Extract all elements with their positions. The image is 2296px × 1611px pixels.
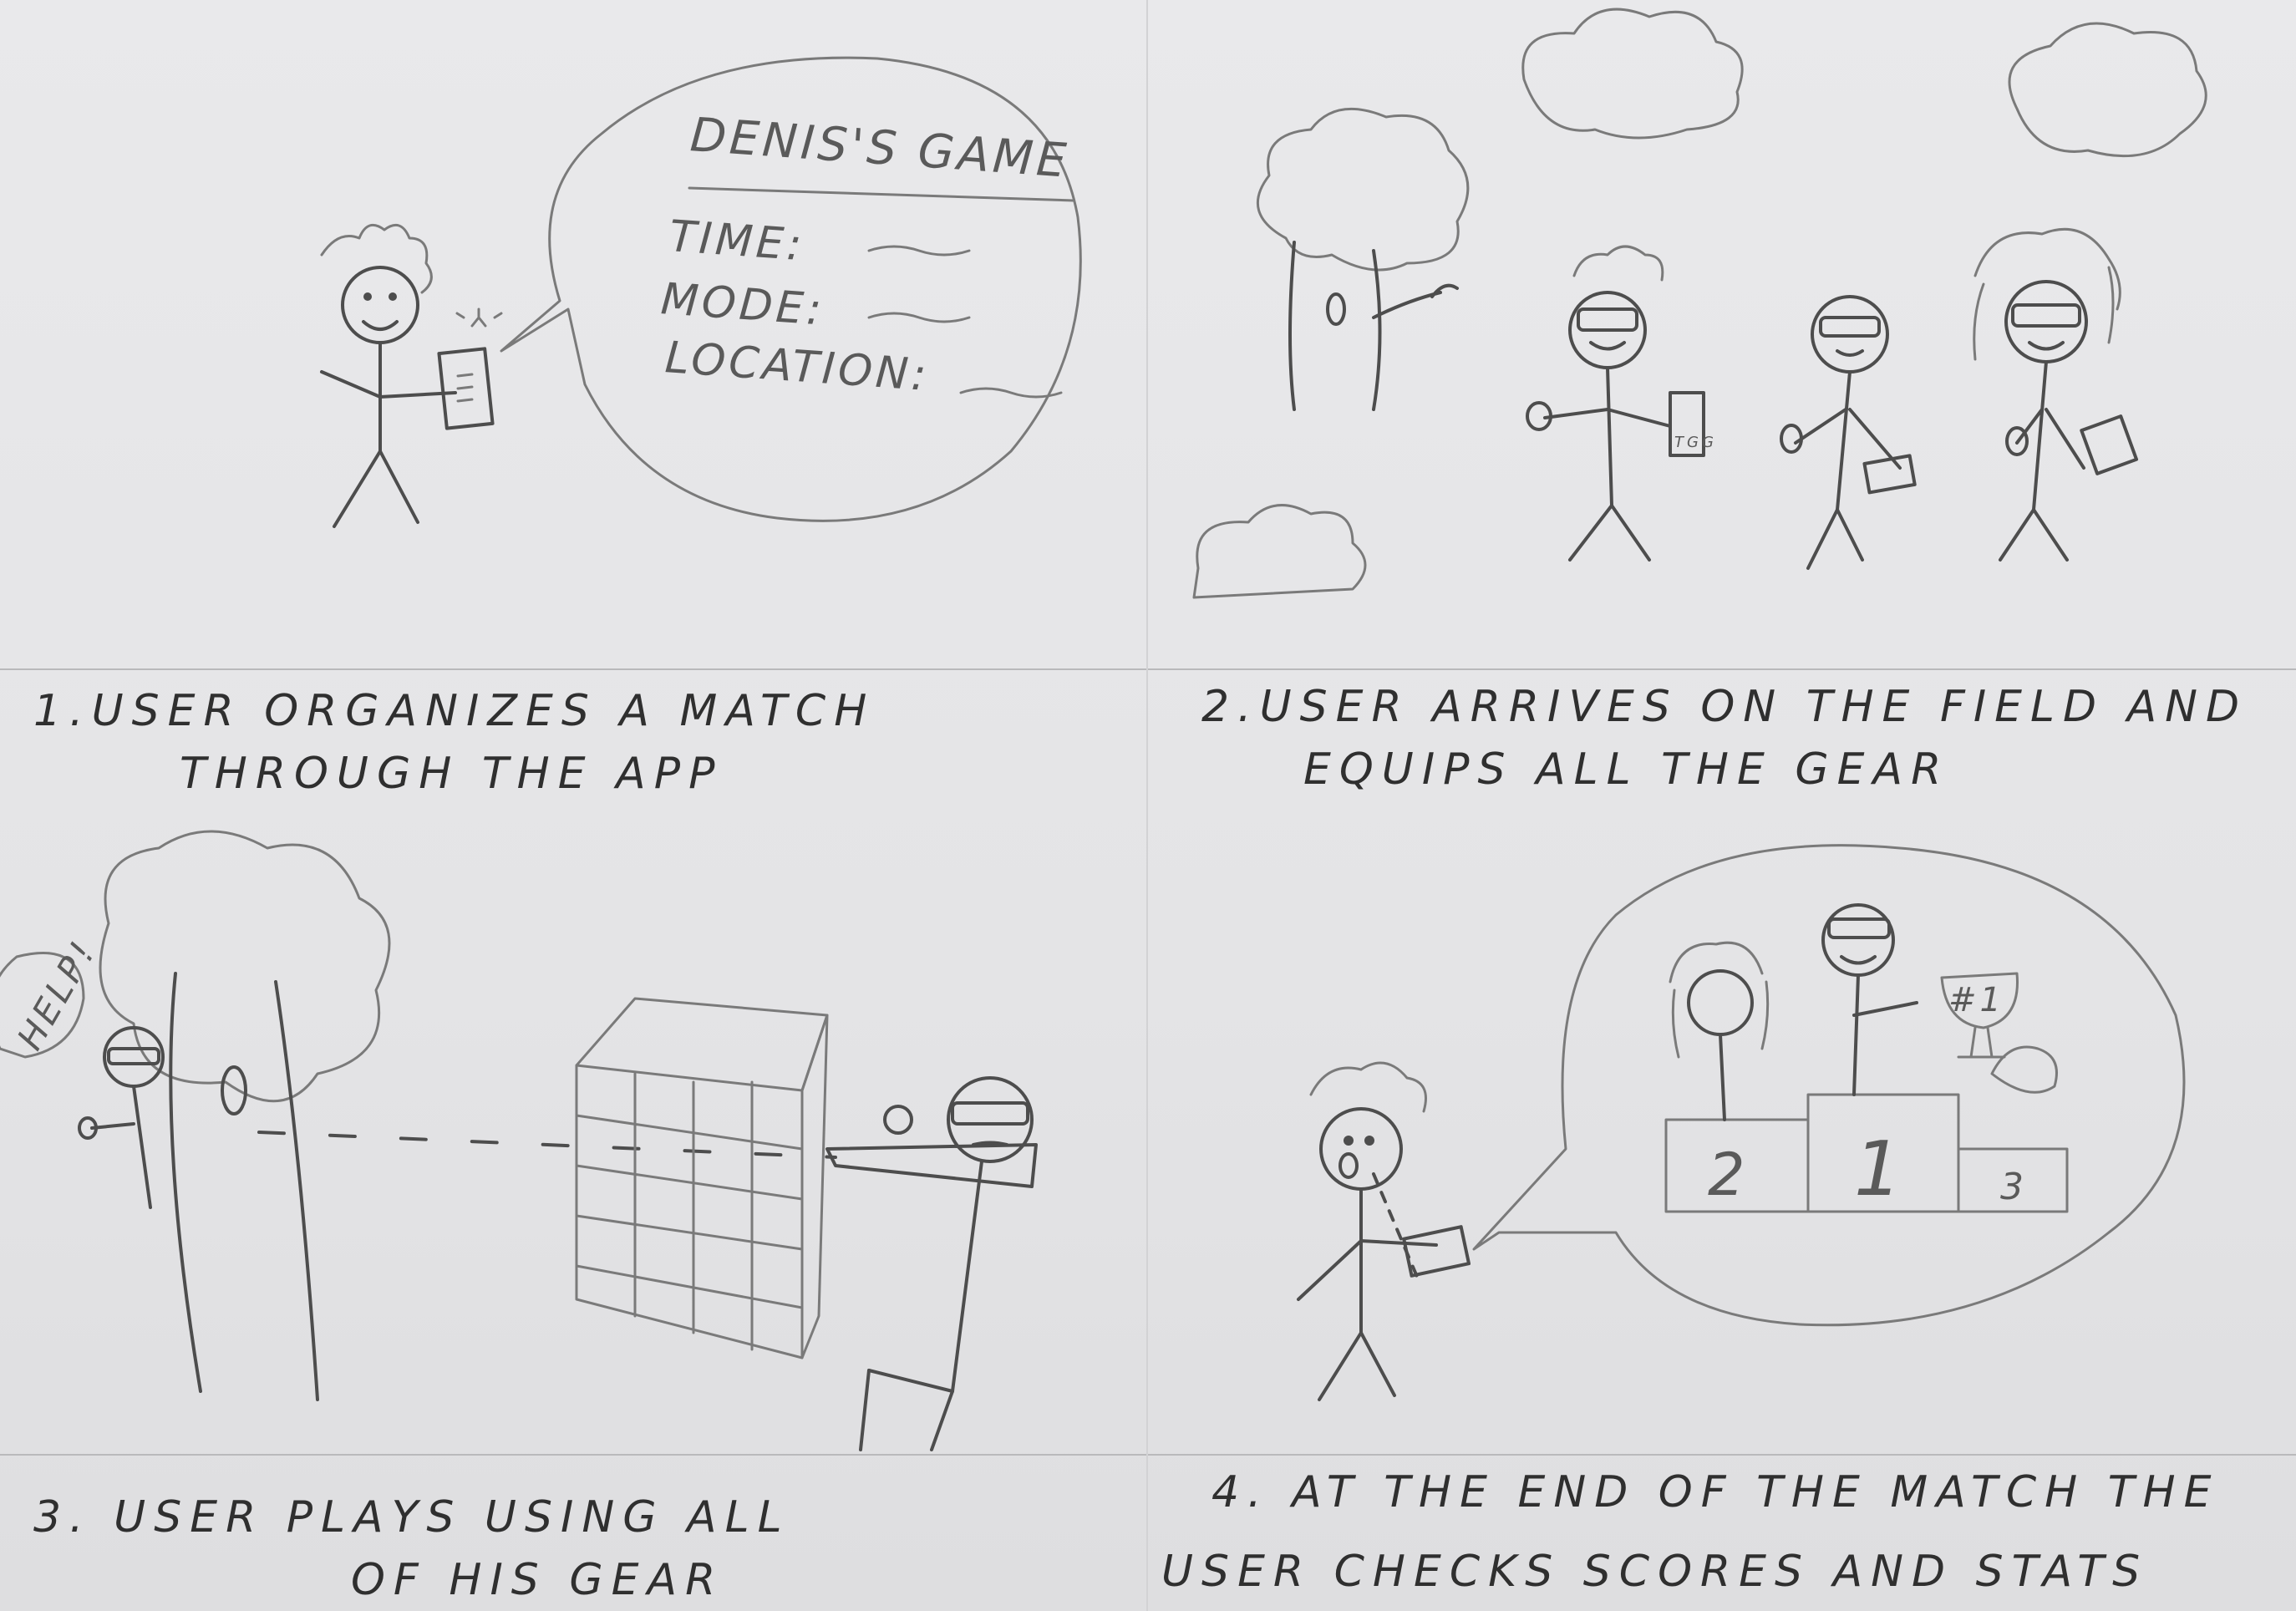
panel-2-drawing: TGG [1192, 8, 2207, 599]
player-figure-2 [1780, 295, 1917, 570]
horizontal-divider-top [0, 668, 2296, 670]
storyboard-sheet: DENIS'S GAME TIME: MODE: LOCATION: 1.USE… [0, 0, 2296, 1611]
player-figure-3 [1973, 227, 2139, 562]
shooter-figure [825, 1076, 1038, 1451]
user-figure [1297, 1061, 1471, 1401]
bubble-time-label: TIME: [668, 211, 806, 271]
panel-4: 2 1 3 #1 [1148, 815, 2296, 1454]
bubble-title: DENIS'S GAME [688, 108, 1071, 189]
panel-1: DENIS'S GAME TIME: MODE: LOCATION: [0, 0, 1146, 668]
cloud-2 [2008, 22, 2207, 158]
cloud-1 [1521, 8, 1744, 140]
user-figure [320, 223, 457, 528]
caption-4-line-2: USER CHECKS SCORES AND STATS [1161, 1547, 2149, 1597]
caption-4-line-1: 4. AT THE END OF THE MATCH THE [1211, 1467, 2220, 1517]
caption-1-line-1: 1.USER ORGANIZES A MATCH [33, 686, 876, 736]
device-label: TGG [1674, 434, 1717, 451]
panel-3: HELP! [0, 815, 1146, 1454]
help-player: HELP! [0, 933, 165, 1209]
bubble-mode-label: MODE: [659, 274, 826, 336]
cover-crate [575, 997, 829, 1359]
caption-3-line-2: OF HIS GEAR [351, 1555, 724, 1605]
podium-third: 3 [2000, 1166, 2027, 1208]
tree [99, 830, 391, 1401]
projectile-path [257, 1131, 837, 1159]
panel-3-drawing: HELP! [0, 830, 1038, 1451]
cloud-3 [1192, 504, 1367, 599]
caption-1-line-2: THROUGH THE APP [180, 749, 724, 799]
trophy-text: #1 [1948, 981, 2004, 1019]
podium-second: 2 [1708, 1141, 1749, 1209]
thought-bubble [1472, 844, 2186, 1327]
tree [1256, 107, 1470, 411]
horizontal-divider-bottom [0, 1454, 2296, 1456]
caption-2-line-2: EQUIPS ALL THE GEAR [1303, 745, 1950, 795]
podium: 2 1 3 [1664, 1093, 2069, 1213]
caption-2-line-1: 2.USER ARRIVES ON THE FIELD AND [1201, 682, 2248, 732]
help-text: HELP! [9, 933, 104, 1057]
player-figure-1: TGG [1526, 245, 1717, 562]
panel-4-drawing: 2 1 3 #1 [1297, 844, 2186, 1401]
podium-first: 1 [1854, 1126, 1905, 1213]
phone-icon [437, 307, 503, 430]
bubble-location-label: LOCATION: [663, 333, 931, 401]
panel-1-drawing: DENIS'S GAME TIME: MODE: LOCATION: [320, 56, 1082, 528]
trophy-icon: #1 [1940, 972, 2019, 1059]
panel-2: TGG [1148, 0, 2296, 668]
caption-3-line-1: 3. USER PLAYS USING ALL [33, 1492, 790, 1542]
